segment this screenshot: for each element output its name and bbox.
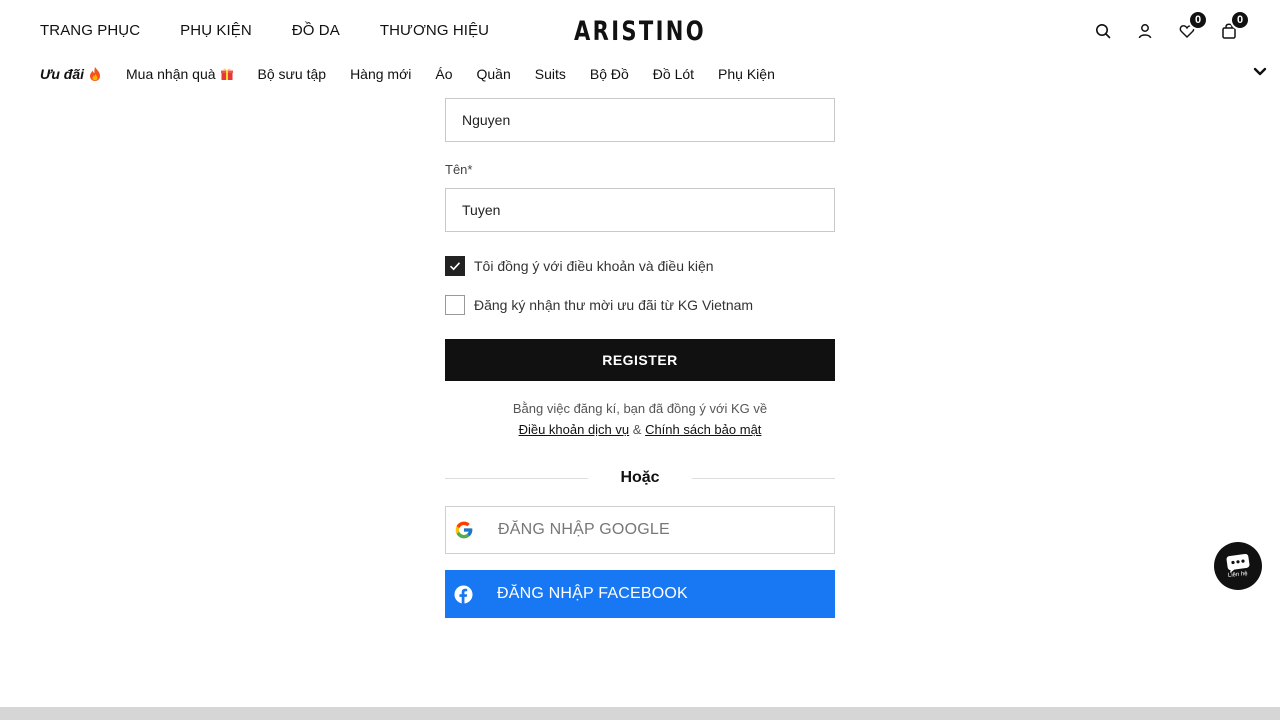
- terms-of-service-link[interactable]: Điều khoản dịch vụ: [519, 422, 630, 437]
- or-label: Hoặc: [620, 469, 660, 486]
- register-form: Tên* Tôi đồng ý với điều khoản và điều k…: [445, 98, 835, 618]
- sub-nav-do-lot[interactable]: Đồ Lót: [653, 63, 694, 85]
- sub-nav-phu-kien[interactable]: Phụ Kiện: [718, 63, 775, 85]
- search-icon: [1096, 24, 1111, 39]
- nav-trang-phuc[interactable]: TRANG PHỤC: [40, 20, 140, 42]
- main-nav: TRANG PHỤC PHỤ KIỆN ĐỒ DA THƯƠNG HIỆU: [40, 20, 489, 42]
- header-icons: 0 0: [1092, 10, 1250, 42]
- terms-links: Điều khoản dịch vụ & Chính sách bảo mật: [445, 419, 835, 440]
- sub-nav-hang-moi[interactable]: Hàng mới: [350, 63, 411, 85]
- facebook-login-button[interactable]: ĐĂNG NHẬP FACEBOOK: [445, 570, 835, 618]
- gift-icon: [220, 68, 233, 80]
- sub-nav-ao[interactable]: Áo: [435, 63, 452, 85]
- google-icon: [454, 520, 474, 540]
- divider-line-right: [692, 478, 835, 479]
- facebook-login-label: ĐĂNG NHẬP FACEBOOK: [497, 585, 688, 602]
- checkmark-icon: [449, 262, 461, 271]
- or-divider: Hoặc: [445, 468, 835, 488]
- terms-text: Bằng việc đăng kí, bạn đã đồng ý với KG …: [512, 401, 768, 416]
- sub-nav-uu-dai[interactable]: Ưu đãi: [40, 63, 102, 85]
- chat-widget-button[interactable]: Liên hệ: [1214, 542, 1262, 590]
- chat-label: Liên hệ: [1227, 570, 1249, 580]
- user-icon: [1138, 24, 1152, 39]
- wishlist-count-badge: 0: [1188, 10, 1208, 30]
- nav-thuong-hieu[interactable]: THƯƠNG HIỆU: [380, 20, 489, 42]
- agree-terms-checkbox[interactable]: [445, 256, 465, 276]
- agree-terms-label: Tôi đồng ý với điều khoản và điều kiện: [474, 258, 714, 274]
- terms-notice: Bằng việc đăng kí, bạn đã đồng ý với KG …: [445, 398, 835, 440]
- promo-label: Ưu đãi: [40, 66, 84, 82]
- nav-do-da[interactable]: ĐỒ DA: [292, 20, 340, 42]
- chevron-down-icon[interactable]: [1252, 64, 1268, 80]
- privacy-policy-link[interactable]: Chính sách bảo mật: [645, 422, 761, 437]
- google-login-label: ĐĂNG NHẬP GOOGLE: [498, 521, 670, 538]
- sub-nav-suits[interactable]: Suits: [535, 63, 566, 85]
- first-name-label: Tên*: [445, 162, 473, 177]
- sub-nav: Ưu đãi Mua nhận quà Bộ sưu tập Hàng mới …: [40, 63, 775, 85]
- first-name-field[interactable]: [445, 188, 835, 232]
- agree-terms-row: Tôi đồng ý với điều khoản và điều kiện: [445, 256, 835, 276]
- cart-count-badge: 0: [1230, 10, 1250, 30]
- fire-icon: [90, 67, 100, 81]
- cart-button[interactable]: 0: [1218, 10, 1250, 42]
- terms-ampersand: &: [632, 422, 642, 437]
- footer-strip: [0, 707, 1280, 720]
- sub-nav-bo-do[interactable]: Bộ Đồ: [590, 63, 629, 85]
- sub-nav-quan[interactable]: Quần: [477, 63, 511, 85]
- wishlist-button[interactable]: 0: [1176, 10, 1208, 42]
- sub-nav-mua-nhan-qua[interactable]: Mua nhận quà: [126, 63, 234, 85]
- brand-logo[interactable]: ARISTINO: [562, 16, 718, 48]
- newsletter-label: Đăng ký nhận thư mời ưu đãi từ KG Vietna…: [474, 297, 754, 313]
- newsletter-row: Đăng ký nhận thư mời ưu đãi từ KG Vietna…: [445, 295, 835, 315]
- nav-phu-kien[interactable]: PHỤ KIỆN: [180, 20, 252, 42]
- google-login-button[interactable]: ĐĂNG NHẬP GOOGLE: [445, 506, 835, 554]
- site-header: TRANG PHỤC PHỤ KIỆN ĐỒ DA THƯƠNG HIỆU AR…: [0, 0, 1280, 96]
- facebook-icon: [453, 584, 473, 604]
- sub-nav-label: Mua nhận quà: [126, 66, 216, 82]
- search-button[interactable]: [1092, 20, 1114, 42]
- newsletter-checkbox[interactable]: [445, 295, 465, 315]
- account-button[interactable]: [1134, 20, 1156, 42]
- last-name-field[interactable]: [445, 98, 835, 142]
- register-button[interactable]: REGISTER: [445, 339, 835, 381]
- sub-nav-bo-suu-tap[interactable]: Bộ sưu tập: [258, 63, 327, 85]
- divider-line-left: [445, 478, 588, 479]
